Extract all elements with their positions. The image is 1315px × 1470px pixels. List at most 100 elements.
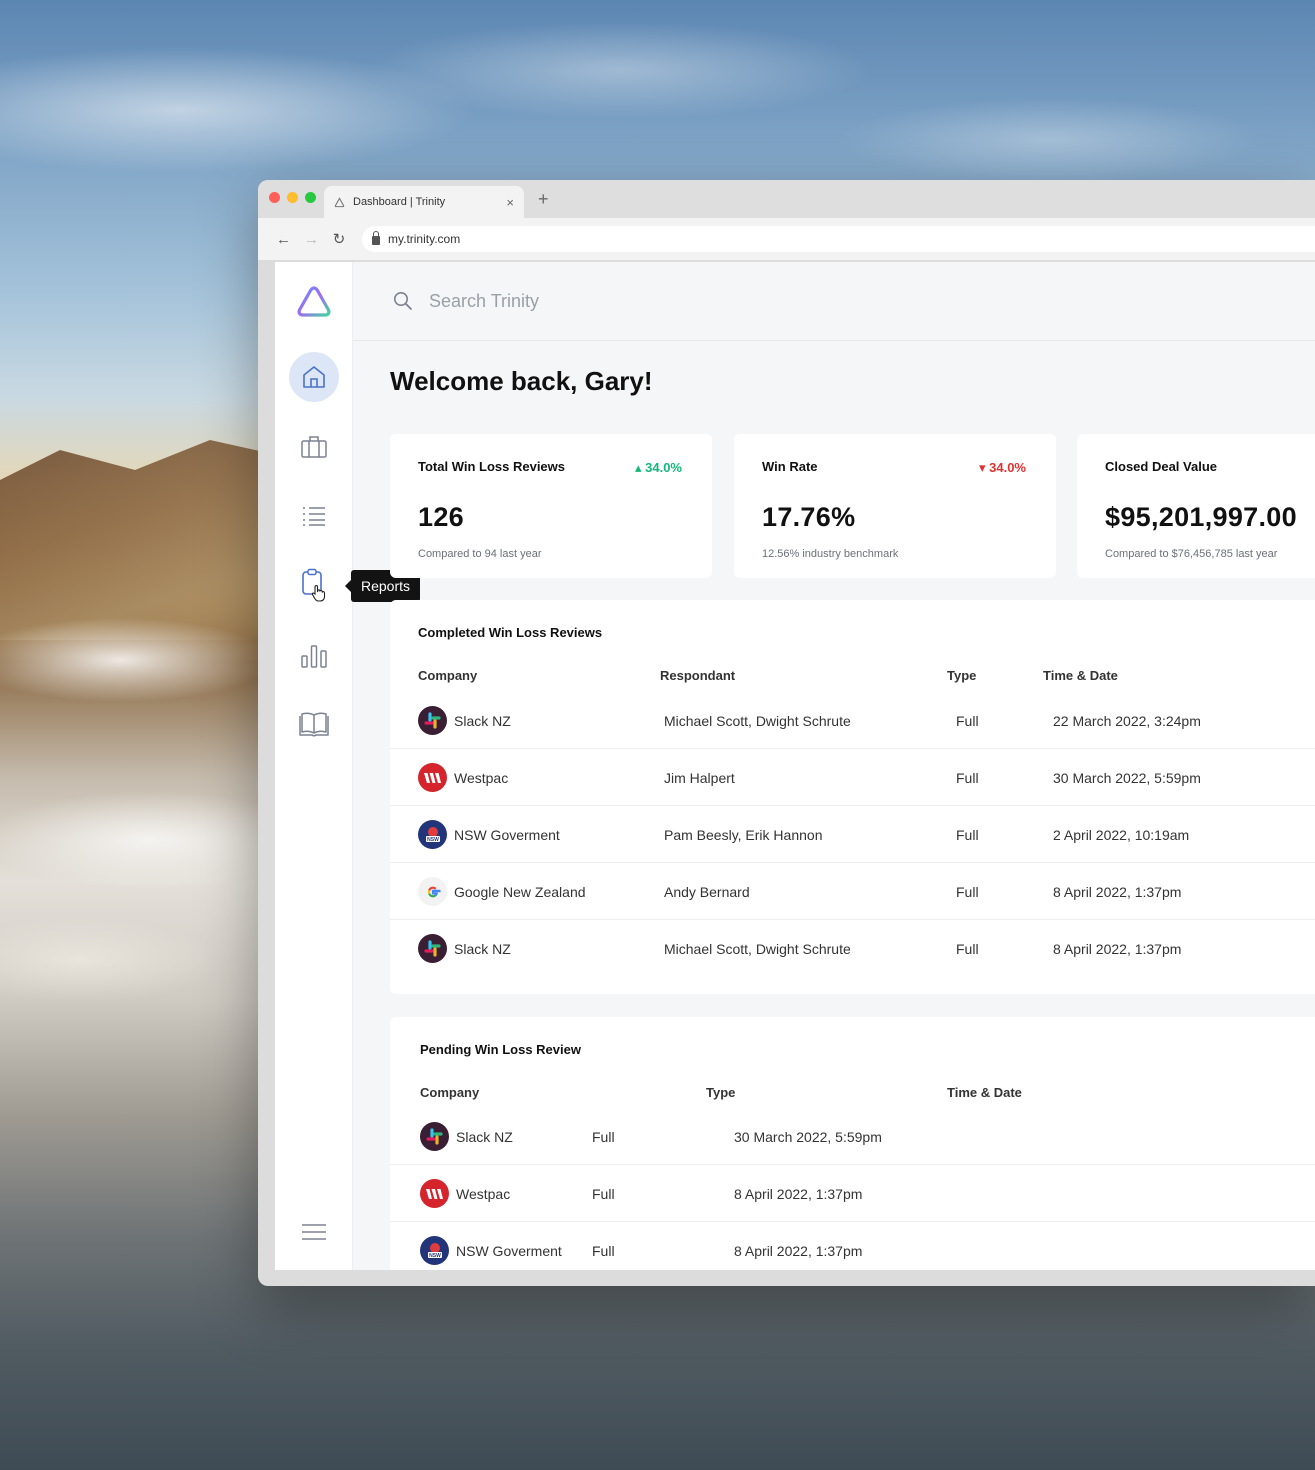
table-row[interactable]: NSW NSW Goverment Pam Beesly, Erik Hannon F…: [390, 806, 1315, 863]
type-cell: Full: [592, 1185, 615, 1202]
col-header-company: Company: [418, 668, 478, 683]
address-bar-row: ← → ↻ my.trinity.com: [258, 218, 1315, 260]
company-logo: NSW: [420, 1236, 449, 1265]
company-cell: Slack NZ: [420, 1108, 513, 1165]
reload-icon[interactable]: ↻: [332, 230, 346, 248]
company-name: NSW Goverment: [454, 826, 560, 843]
sidebar-item-analytics[interactable]: [289, 631, 339, 681]
time-cell: 30 March 2022, 5:59pm: [1053, 769, 1201, 786]
stat-subtext: Compared to $76,456,785 last year: [1105, 548, 1278, 560]
respondant-cell: Michael Scott, Dwight Schrute: [664, 712, 851, 729]
browser-tabbar: Dashboard | Trinity × +: [258, 180, 1315, 218]
company-logo: [418, 706, 447, 735]
table-row[interactable]: Slack NZ Michael Scott, Dwight Schrute Ful…: [390, 692, 1315, 749]
stat-value: $95,201,997.00: [1105, 502, 1297, 532]
stat-subtext: 12.56% industry benchmark: [762, 548, 899, 560]
time-cell: 8 April 2022, 1:37pm: [734, 1185, 863, 1202]
time-cell: 8 April 2022, 1:37pm: [1053, 940, 1182, 957]
hamburger-menu-button[interactable]: [301, 1222, 327, 1247]
arrow-up-icon: ▴: [634, 460, 646, 475]
col-header-company: Company: [420, 1085, 480, 1100]
clipboard-icon: [302, 568, 326, 602]
menu-icon: [302, 1224, 326, 1240]
company-logo: NSW: [418, 820, 447, 849]
google-logo-icon: [427, 886, 441, 897]
company-logo: [418, 877, 447, 906]
back-icon[interactable]: ←: [276, 231, 291, 248]
close-tab-icon[interactable]: ×: [506, 195, 514, 210]
url-field[interactable]: my.trinity.com: [362, 226, 1315, 252]
table-row[interactable]: Slack NZ Full 30 March 2022, 5:59pm: [390, 1108, 1315, 1165]
table-row[interactable]: Google New Zealand Andy Bernard Full 8 Apri…: [390, 863, 1315, 920]
type-cell: Full: [592, 1128, 615, 1145]
sidebar: [275, 262, 353, 1270]
search-bar: Search Trinity: [353, 262, 1315, 341]
bar-chart-icon: [301, 645, 327, 668]
stat-card-total-reviews[interactable]: Total Win Loss Reviews ▴ 34.0% 126 Compa…: [390, 434, 712, 578]
type-cell: Full: [592, 1242, 615, 1259]
table-row[interactable]: Westpac Full 8 April 2022, 1:37pm: [390, 1165, 1315, 1222]
trinity-logo[interactable]: [295, 284, 333, 325]
minimize-window-button[interactable]: [287, 192, 298, 203]
sidebar-item-list[interactable]: [289, 491, 339, 541]
close-window-button[interactable]: [269, 192, 280, 203]
svg-text:NSW: NSW: [429, 1253, 441, 1259]
url-text: my.trinity.com: [388, 232, 461, 246]
type-cell: Full: [956, 769, 979, 786]
sidebar-item-home[interactable]: [289, 352, 339, 402]
respondant-cell: Pam Beesly, Erik Hannon: [664, 826, 823, 843]
stat-card-closed-deal-value[interactable]: Closed Deal Value $95,201,997.00 Compare…: [1077, 434, 1315, 578]
company-cell: Westpac: [420, 1165, 510, 1222]
slack-logo-icon: [426, 1128, 443, 1145]
type-cell: Full: [956, 883, 979, 900]
sidebar-item-library[interactable]: [289, 699, 339, 749]
search-input[interactable]: Search Trinity: [429, 291, 539, 312]
company-name: NSW Goverment: [456, 1242, 562, 1259]
time-cell: 8 April 2022, 1:37pm: [1053, 883, 1182, 900]
stat-value: 17.76%: [762, 502, 856, 532]
background-fog: [0, 600, 300, 1020]
new-tab-button[interactable]: +: [538, 189, 549, 210]
completed-reviews-title: Completed Win Loss Reviews: [418, 625, 603, 640]
company-cell: Google New Zealand: [418, 863, 586, 920]
browser-window: Dashboard | Trinity × + ← → ↻ my.trinity…: [258, 180, 1315, 1286]
sidebar-item-reports[interactable]: [289, 561, 339, 611]
time-cell: 8 April 2022, 1:37pm: [734, 1242, 863, 1259]
forward-icon[interactable]: →: [304, 231, 319, 248]
type-cell: Full: [956, 712, 979, 729]
westpac-logo-icon: [426, 1188, 443, 1199]
page-title: Welcome back, Gary!: [390, 366, 653, 396]
browser-tab[interactable]: Dashboard | Trinity ×: [324, 186, 524, 218]
company-cell: Slack NZ: [418, 692, 511, 749]
home-icon: [303, 366, 325, 388]
company-name: Westpac: [454, 769, 509, 786]
company-name: Slack NZ: [454, 712, 511, 729]
company-logo: [420, 1179, 449, 1208]
type-cell: Full: [956, 940, 979, 957]
sidebar-item-briefcase[interactable]: [289, 422, 339, 472]
maximize-window-button[interactable]: [305, 192, 316, 203]
company-name: Slack NZ: [456, 1128, 513, 1145]
time-cell: 2 April 2022, 10:19am: [1053, 826, 1190, 843]
company-name: Google New Zealand: [454, 883, 586, 900]
slack-logo-icon: [424, 940, 441, 957]
table-row[interactable]: NSW NSW Goverment Full 8 April 2022, 1:37pm: [390, 1222, 1315, 1270]
col-header-type: Type: [947, 668, 977, 683]
favicon-icon: [334, 196, 345, 207]
company-cell: Westpac: [418, 749, 508, 806]
stat-title: Closed Deal Value: [1105, 459, 1217, 474]
col-header-respondant: Respondant: [660, 668, 736, 683]
slack-logo-icon: [424, 712, 441, 729]
company-logo: [420, 1122, 449, 1151]
stat-delta-up: ▴ 34.0%: [634, 460, 682, 475]
col-header-time: Time & Date: [1043, 668, 1118, 683]
stat-card-win-rate[interactable]: Win Rate ▾ 34.0% 17.76% 12.56% industry …: [734, 434, 1056, 578]
respondant-cell: Michael Scott, Dwight Schrute: [664, 940, 851, 957]
table-row[interactable]: Westpac Jim Halpert Full 30 March 2022, 5:5…: [390, 749, 1315, 806]
search-icon[interactable]: [393, 291, 413, 311]
table-row[interactable]: Slack NZ Michael Scott, Dwight Schrute Ful…: [390, 920, 1315, 977]
time-cell: 30 March 2022, 5:59pm: [734, 1128, 882, 1145]
svg-text:NSW: NSW: [427, 837, 439, 843]
pending-reviews-title: Pending Win Loss Review: [420, 1042, 581, 1057]
westpac-logo-icon: [424, 772, 441, 783]
